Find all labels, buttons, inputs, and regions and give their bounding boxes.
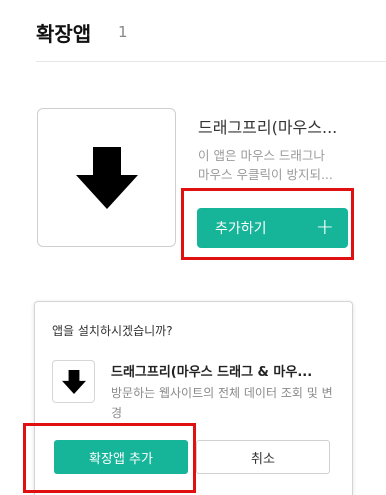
down-arrow-icon [62, 370, 86, 394]
description-line: 마우스 우클릭이 방지되... [198, 167, 333, 182]
dialog-question: 앱을 설치하시겠습니까? [52, 324, 173, 338]
down-arrow-icon [76, 147, 138, 209]
highlight-box [181, 188, 354, 260]
header-divider [36, 61, 386, 62]
page-title: 확장앱 [36, 22, 92, 46]
dialog-app-icon [52, 360, 95, 403]
extension-count: 1 [118, 23, 128, 41]
description-line: 이 앱은 마우스 드래그나 [198, 148, 325, 163]
highlight-box [23, 423, 196, 493]
extension-description: 이 앱은 마우스 드래그나 마우스 우클릭이 방지되... [198, 146, 364, 184]
extension-name[interactable]: 드래그프리(마우스... [198, 114, 358, 138]
dialog-permission: 방문하는 웹사이트의 전체 데이터 조회 및 변경 [111, 386, 333, 420]
dialog-app-name: 드래그프리(마우스 드래그 & 마우... [111, 365, 313, 380]
cancel-button[interactable]: 취소 [196, 440, 330, 474]
extension-thumbnail [37, 108, 176, 247]
